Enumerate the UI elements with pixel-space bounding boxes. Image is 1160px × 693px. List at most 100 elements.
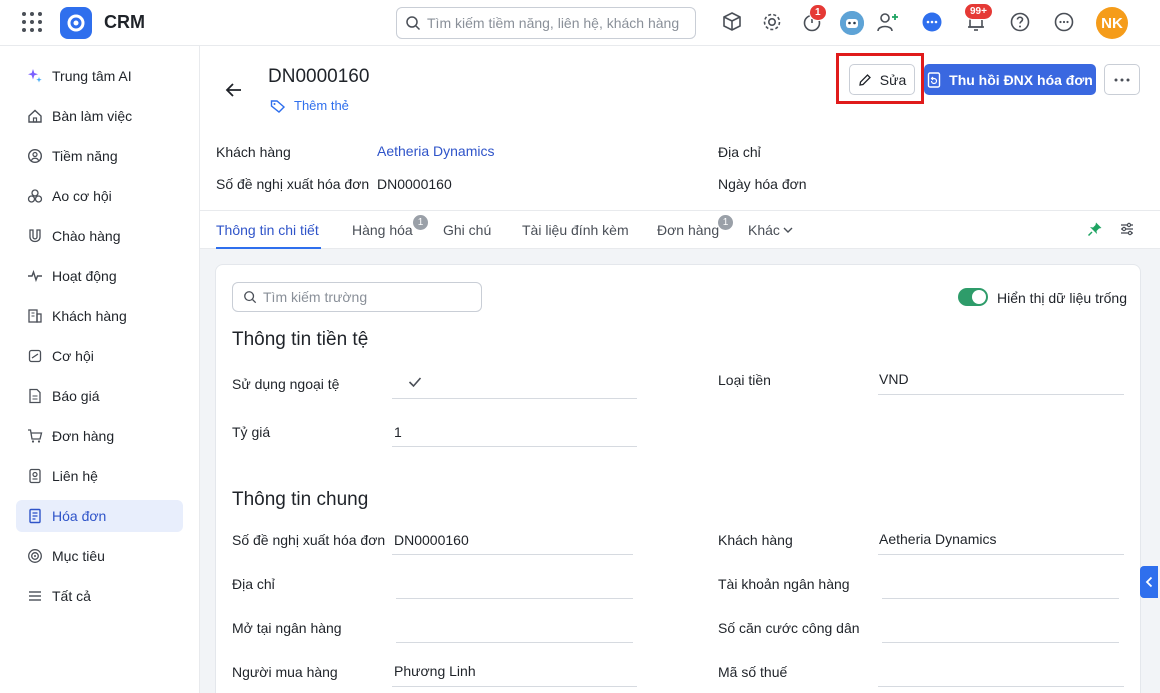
sidebar-item-goals[interactable]: Mục tiêu: [16, 540, 183, 572]
add-user-icon[interactable]: [876, 10, 900, 34]
global-search[interactable]: [396, 7, 696, 39]
sidebar-item-leads[interactable]: Tiềm năng: [16, 140, 183, 172]
sidebar-item-label: Bàn làm việc: [52, 108, 133, 124]
tag-icon: [270, 99, 286, 113]
more-apps-icon[interactable]: [1052, 10, 1076, 34]
show-empty-toggle[interactable]: [958, 288, 988, 306]
global-search-input[interactable]: [427, 15, 687, 31]
more-actions-button[interactable]: [1104, 64, 1140, 95]
field-search-input[interactable]: [263, 289, 463, 305]
building-icon: [26, 307, 44, 325]
tab-more[interactable]: Khác: [748, 222, 793, 238]
sidebar-item-all[interactable]: Tất cả: [16, 580, 183, 612]
sidebar-item-label: Hoạt động: [52, 268, 117, 284]
top-bar: CRM 1 99+ NK: [0, 0, 1160, 46]
currency-type-value[interactable]: VND: [879, 371, 909, 387]
add-tag-button[interactable]: Thêm thẻ: [270, 98, 349, 113]
sidebar-item-offers[interactable]: Chào hàng: [16, 220, 183, 252]
sidebar-item-invoices[interactable]: Hóa đơn: [16, 500, 183, 532]
sidebar-item-label: Ao cơ hội: [52, 188, 112, 204]
search-icon: [244, 291, 257, 304]
bank-account-label: Tài khoản ngân hàng: [718, 576, 850, 592]
timer-badge: 1: [809, 4, 827, 21]
exchange-rate-label: Tỷ giá: [232, 424, 271, 440]
back-arrow-icon[interactable]: [224, 80, 244, 100]
pin-icon[interactable]: [1087, 221, 1105, 239]
chat-icon[interactable]: [920, 10, 944, 34]
revoke-invoice-request-button[interactable]: Thu hồi ĐNX hóa đơn: [924, 64, 1096, 95]
sidebar-item-workspace[interactable]: Bàn làm việc: [16, 100, 183, 132]
side-panel-toggle[interactable]: [1140, 566, 1158, 598]
bank-open-label: Mở tại ngân hàng: [232, 620, 342, 636]
opportunity-icon: [26, 347, 44, 365]
tab-goods-label: Hàng hóa: [352, 222, 413, 238]
ellipsis-icon: [1114, 78, 1130, 81]
exchange-rate-value[interactable]: 1: [394, 424, 402, 440]
sidebar-item-label: Khách hàng: [52, 308, 127, 324]
edit-button-label: Sửa: [879, 71, 907, 88]
request-no-label: Số đề nghị xuất hóa đơn: [232, 532, 386, 548]
bell-icon[interactable]: 99+: [964, 3, 993, 34]
field-underline: [878, 554, 1124, 555]
sidebar-item-quotes[interactable]: Báo giá: [16, 380, 183, 412]
tab-bar: Thông tin chi tiết Hàng hóa 1 Ghi chú Tà…: [200, 210, 1160, 249]
notification-badge: 99+: [964, 3, 993, 20]
field-search[interactable]: [232, 282, 482, 312]
package-search-icon[interactable]: [720, 10, 744, 34]
sidebar-item-activities[interactable]: Hoạt động: [16, 260, 183, 292]
sidebar-item-label: Hóa đơn: [52, 508, 107, 524]
help-icon[interactable]: [1008, 10, 1032, 34]
sidebar-item-ai-center[interactable]: Trung tâm AI: [16, 60, 183, 92]
foreign-currency-label: Sử dụng ngoại tệ: [232, 376, 340, 392]
tab-goods[interactable]: Hàng hóa 1: [352, 215, 428, 238]
edit-button[interactable]: Sửa: [849, 64, 915, 95]
sidebar-item-label: Báo giá: [52, 388, 100, 404]
sidebar-item-contacts[interactable]: Liên hệ: [16, 460, 183, 492]
user-avatar[interactable]: NK: [1096, 7, 1128, 39]
settings-gear-icon[interactable]: [760, 10, 784, 34]
sidebar-item-label: Liên hệ: [52, 468, 98, 484]
app-launcher-icon[interactable]: [22, 12, 42, 32]
add-tag-label: Thêm thẻ: [294, 98, 349, 113]
currency-type-label: Loại tiền: [718, 372, 771, 388]
tab-goods-count: 1: [413, 215, 428, 230]
cart-icon: [26, 427, 44, 445]
bank-open-field-underline[interactable]: [396, 642, 633, 643]
tab-notes[interactable]: Ghi chú: [443, 222, 491, 238]
menu-icon: [26, 587, 44, 605]
tab-orders-count: 1: [718, 215, 733, 230]
sidebar-item-label: Trung tâm AI: [52, 68, 132, 84]
tab-attachments[interactable]: Tài liệu đính kèm: [522, 222, 629, 238]
app-title: CRM: [104, 12, 145, 32]
general-section-title: Thông tin chung: [232, 489, 369, 510]
sidebar-item-orders[interactable]: Đơn hàng: [16, 420, 183, 452]
sidebar-item-opportunities[interactable]: Cơ hội: [16, 340, 183, 372]
tab-detail-info[interactable]: Thông tin chi tiết: [216, 222, 319, 238]
sidebar-item-label: Chào hàng: [52, 228, 121, 244]
summary-address-label: Địa chỉ: [718, 144, 761, 160]
customize-fields-icon[interactable]: [1119, 221, 1137, 239]
customer-link[interactable]: Aetheria Dynamics: [879, 531, 997, 547]
timer-icon[interactable]: 1: [800, 4, 827, 34]
summary-customer-link[interactable]: Aetheria Dynamics: [377, 143, 495, 159]
revoke-button-label: Thu hồi ĐNX hóa đơn: [949, 71, 1093, 88]
chevron-left-icon: [1145, 576, 1153, 588]
bank-account-field-underline[interactable]: [882, 598, 1119, 599]
summary-invoice-date-label: Ngày hóa đơn: [718, 176, 807, 192]
tab-orders[interactable]: Đơn hàng 1: [657, 215, 733, 238]
checkmark-icon[interactable]: [408, 375, 422, 391]
request-no-value[interactable]: DN0000160: [394, 532, 469, 548]
buyer-link[interactable]: Phương Linh: [394, 663, 476, 679]
address-field-underline[interactable]: [396, 598, 633, 599]
record-title: DN0000160: [268, 66, 370, 87]
sparkle-icon: [26, 67, 44, 85]
field-underline: [392, 686, 637, 687]
crm-logo[interactable]: [60, 7, 92, 39]
ai-assistant-avatar[interactable]: [840, 11, 864, 35]
tab-orders-label: Đơn hàng: [657, 222, 720, 238]
sidebar-item-label: Mục tiêu: [52, 548, 105, 564]
citizen-id-field-underline[interactable]: [882, 642, 1119, 643]
sidebar-item-customers[interactable]: Khách hàng: [16, 300, 183, 332]
tax-code-field-underline[interactable]: [878, 686, 1124, 687]
sidebar-item-opportunity-pool[interactable]: Ao cơ hội: [16, 180, 183, 212]
